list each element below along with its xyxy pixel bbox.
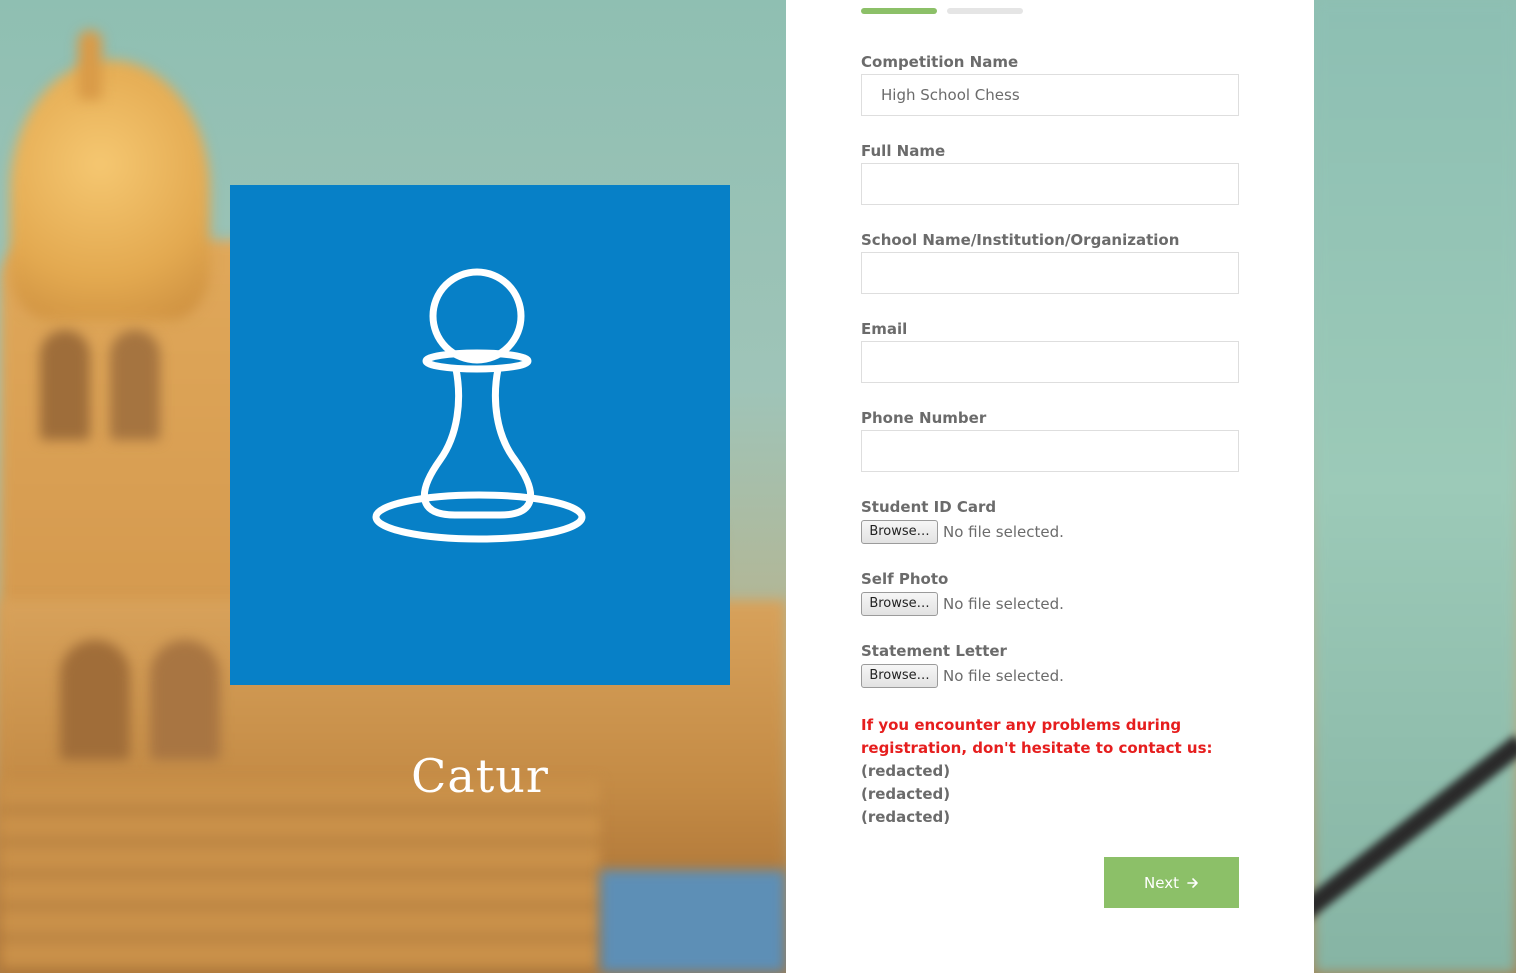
student-id-card-label: Student ID Card: [861, 498, 997, 516]
school-name-input[interactable]: [861, 252, 1239, 294]
contact-line: (redacted): [861, 808, 951, 826]
arrow-right-icon: [1187, 877, 1198, 888]
statement-letter-label: Statement Letter: [861, 642, 1007, 660]
phone-number-input[interactable]: [861, 430, 1239, 472]
self-photo-browse-button[interactable]: Browse…: [861, 592, 938, 616]
background-dome: [10, 60, 210, 320]
next-button[interactable]: Next: [1104, 857, 1239, 908]
school-name-label: School Name/Institution/Organization: [861, 231, 1180, 249]
competition-name-label: Competition Name: [861, 53, 1019, 71]
progress-step-complete: [861, 8, 937, 14]
pawn-icon: [372, 268, 586, 543]
email-label: Email: [861, 320, 908, 338]
statement-letter-browse-button[interactable]: Browse…: [861, 664, 938, 688]
background-arch: [110, 330, 160, 440]
registration-panel: Competition Name High School Chess Full …: [786, 0, 1314, 973]
background-steps: [0, 780, 600, 973]
full-name-input[interactable]: [861, 163, 1239, 205]
background-spire: [78, 30, 102, 100]
progress-step-pending: [947, 8, 1023, 14]
background-blue-patch: [600, 870, 786, 973]
brand-name: Catur: [411, 749, 549, 803]
email-input[interactable]: [861, 341, 1239, 383]
background-arch: [150, 640, 220, 760]
next-button-label: Next: [1144, 873, 1179, 892]
contact-line: (redacted): [861, 762, 951, 780]
self-photo-file-status: No file selected.: [943, 595, 1064, 613]
self-photo-label: Self Photo: [861, 570, 949, 588]
help-notice: If you encounter any problems during reg…: [861, 714, 1241, 829]
competition-name-value: High School Chess: [881, 86, 1020, 104]
background-arch: [60, 640, 130, 760]
phone-number-label: Phone Number: [861, 409, 987, 427]
contact-line: (redacted): [861, 785, 951, 803]
background-arch: [40, 330, 90, 440]
student-id-card-file-status: No file selected.: [943, 523, 1064, 541]
competition-name-input[interactable]: High School Chess: [861, 74, 1239, 116]
help-notice-message: If you encounter any problems during reg…: [861, 716, 1213, 757]
brand-logo: Catur: [230, 185, 730, 799]
student-id-card-browse-button[interactable]: Browse…: [861, 520, 938, 544]
full-name-label: Full Name: [861, 142, 946, 160]
statement-letter-file-status: No file selected.: [943, 667, 1064, 685]
